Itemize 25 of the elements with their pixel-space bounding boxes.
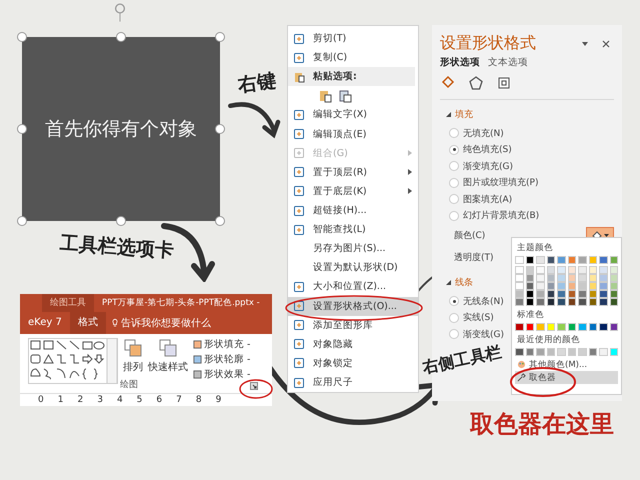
ruler-number: 3	[97, 395, 103, 405]
handwritten-note: 右侧工具栏	[420, 342, 504, 380]
pane-title: 设置形状格式	[440, 33, 537, 54]
context-tab-label: 绘图工具	[42, 294, 94, 312]
shape-text: 首先你得有个对象	[45, 117, 197, 142]
ruler-number: 0	[38, 395, 44, 405]
field-label: 颜色(C)	[454, 230, 486, 242]
handwritten-note: 工具栏选项卡	[59, 231, 175, 264]
group-label: 绘图	[120, 378, 138, 391]
palette-label: 最近使用的颜色	[517, 334, 581, 346]
ruler-number: 8	[196, 395, 202, 405]
file-title: PPT万事屋-第七期-头条-PPT配色.pptx -	[102, 297, 260, 309]
ruler-number: 7	[176, 395, 182, 405]
palette-label: 主题颜色	[517, 242, 554, 254]
callout-text: 取色器在这里	[470, 409, 614, 440]
ruler-number: 6	[156, 395, 162, 405]
ruler-number: 4	[116, 395, 123, 405]
menu-section-header: 粘贴选项:	[313, 70, 357, 84]
palette-label: 标准色	[517, 309, 545, 321]
ruler-number: 2	[77, 395, 84, 405]
ruler-number: 1	[58, 395, 64, 405]
ruler-number: 9	[216, 395, 222, 405]
ruler-number: 5	[136, 395, 142, 405]
handwritten-note: 右键	[236, 68, 278, 99]
field-label: 透明度(T)	[454, 252, 494, 264]
